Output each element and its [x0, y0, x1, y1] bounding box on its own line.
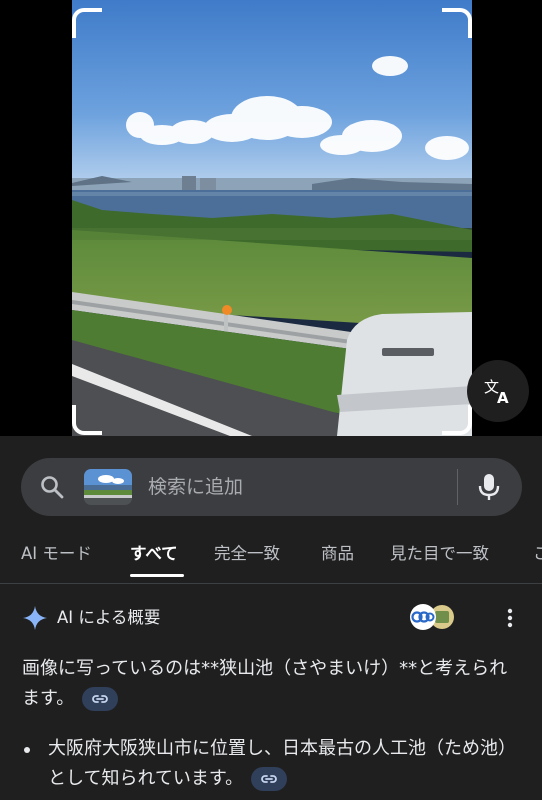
- search-divider: [457, 469, 458, 505]
- thumbnail-image: [84, 469, 132, 505]
- search-bar[interactable]: 検索に追加: [21, 458, 522, 516]
- citation-link-chip[interactable]: [251, 767, 288, 791]
- results-sheet: 検索に追加 AI モード すべて 完全一致 商品 見た目で一致 こ AI による…: [0, 436, 542, 800]
- tab-products[interactable]: 商品: [321, 542, 354, 566]
- result-tabs: AI モード すべて 完全一致 商品 見た目で一致 こ: [0, 536, 542, 584]
- active-tab-indicator: [130, 574, 184, 577]
- tab-visual-match[interactable]: 見た目で一致: [390, 542, 489, 566]
- crop-handle-top-left[interactable]: [72, 8, 102, 38]
- crop-handle-top-right[interactable]: [442, 8, 472, 38]
- ai-overview-bullet: 大阪府大阪狭山市に位置し、日本最古の人工池（ため池）として知られています。: [22, 734, 522, 794]
- bullet-text-wrap: 大阪府大阪狭山市に位置し、日本最古の人工池（ため池）として知られています。: [48, 734, 522, 794]
- bullet-dot: [24, 747, 30, 753]
- tab-all[interactable]: すべて: [130, 542, 178, 566]
- mic-icon[interactable]: [478, 473, 500, 501]
- source-favicons[interactable]: [408, 602, 456, 632]
- query-image-thumbnail[interactable]: [84, 469, 132, 505]
- link-icon: [261, 775, 277, 783]
- more-vert-icon[interactable]: [502, 605, 518, 631]
- ai-overview-paragraph: 画像に写っているのは**狭山池（さやまいけ）**と考えられます。: [22, 654, 522, 714]
- link-icon: [92, 695, 109, 703]
- ai-overview-header: AI による概要: [0, 601, 542, 641]
- search-icon: [41, 476, 64, 499]
- citation-link-chip[interactable]: [82, 687, 119, 711]
- svg-text:A: A: [497, 389, 509, 406]
- tab-overflow[interactable]: こ: [533, 542, 542, 566]
- crop-handle-bottom-left[interactable]: [72, 405, 102, 435]
- translate-button[interactable]: 文 A: [467, 360, 529, 422]
- lens-photo[interactable]: [72, 0, 472, 436]
- crop-handle-bottom-right[interactable]: [442, 405, 472, 435]
- photo-scene: [72, 0, 472, 436]
- image-viewer: 文 A: [0, 0, 542, 436]
- tab-exact-match[interactable]: 完全一致: [214, 542, 280, 566]
- ai-overview-title: AI による概要: [57, 608, 161, 627]
- search-input[interactable]: 検索に追加: [148, 474, 243, 500]
- tab-ai-mode[interactable]: AI モード: [21, 542, 92, 566]
- translate-icon: 文 A: [484, 378, 509, 406]
- ai-sparkle-icon: [23, 606, 47, 630]
